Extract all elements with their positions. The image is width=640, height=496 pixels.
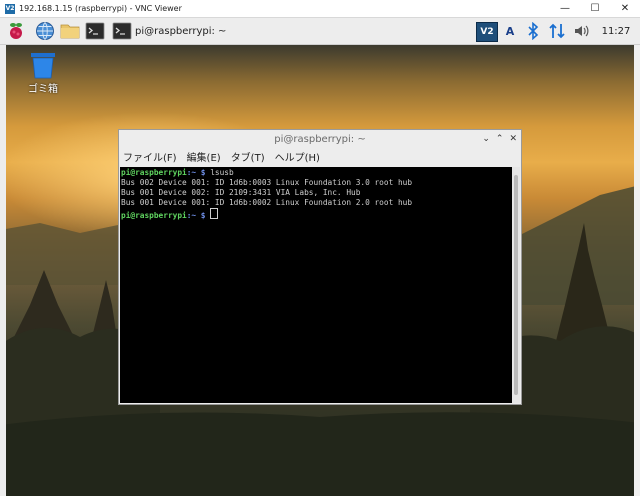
terminal-cursor	[210, 208, 219, 219]
left-viewer-border	[0, 45, 6, 496]
web-browser-icon[interactable]	[35, 21, 55, 41]
file-manager-icon[interactable]	[60, 21, 80, 41]
volume-icon[interactable]	[573, 22, 591, 40]
terminal-minimize-icon[interactable]: ⌄	[482, 134, 490, 144]
terminal-scrollbar-thumb[interactable]	[514, 175, 518, 395]
system-tray: V2 A 11:27	[470, 18, 640, 44]
terminal-titlebar[interactable]: pi@raspberrypi: ~ ⌄ ⌃ ✕	[119, 130, 521, 148]
maximize-button[interactable]: ☐	[580, 0, 610, 17]
terminal-line: pi@raspberrypi:~ $ lsusb	[121, 168, 513, 178]
taskbar-terminal-button[interactable]: pi@raspberrypi: ~	[112, 21, 236, 41]
raspberry-menu-icon[interactable]	[6, 21, 26, 41]
terminal-menubar: ファイル(F) 編集(E) タブ(T) ヘルプ(H)	[119, 148, 521, 165]
menu-help[interactable]: ヘルプ(H)	[275, 149, 320, 164]
trash-label[interactable]: ゴミ箱	[18, 80, 68, 95]
input-method-icon[interactable]: A	[502, 22, 518, 40]
terminal-scrollbar[interactable]	[512, 167, 520, 403]
terminal-output-line: Bus 001 Device 001: ID 1d6b:0002 Linux F…	[121, 198, 413, 207]
clock[interactable]: 11:27	[598, 22, 634, 40]
terminal-title: pi@raspberrypi: ~	[274, 133, 366, 145]
terminal-window[interactable]: pi@raspberrypi: ~ ⌄ ⌃ ✕ ファイル(F) 編集(E) タブ…	[118, 129, 522, 405]
menu-file[interactable]: ファイル(F)	[123, 149, 177, 164]
vnc-server-icon[interactable]: V2	[476, 22, 498, 42]
terminal-icon	[112, 22, 132, 40]
prompt-path: ~ $	[191, 168, 206, 177]
right-viewer-border	[634, 45, 640, 496]
terminal-icon[interactable]	[85, 21, 105, 41]
minimize-button[interactable]: —	[550, 0, 580, 17]
vnc-logo-icon: V2	[5, 3, 15, 14]
trash-icon[interactable]	[30, 51, 56, 79]
close-button[interactable]: ✕	[610, 0, 640, 17]
terminal-line: pi@raspberrypi:~ $	[121, 208, 513, 221]
terminal-screen[interactable]: pi@raspberrypi:~ $ lsusb Bus 002 Device …	[120, 167, 513, 403]
window-title: 192.168.1.15 (raspberrypi) - VNC Viewer	[19, 4, 182, 13]
command-text: lsusb	[205, 168, 234, 177]
terminal-maximize-icon[interactable]: ⌃	[496, 134, 504, 144]
vnc-titlebar[interactable]: V2 192.168.1.15 (raspberrypi) - VNC View…	[0, 0, 640, 18]
network-arrows-icon[interactable]	[548, 22, 566, 40]
menu-edit[interactable]: 編集(E)	[187, 149, 221, 164]
taskbar-terminal-label: pi@raspberrypi: ~	[135, 25, 227, 37]
terminal-close-icon[interactable]: ✕	[509, 134, 517, 144]
prompt-user: pi@raspberrypi	[121, 168, 187, 177]
prompt-path: ~ $	[191, 211, 206, 220]
terminal-output-line: Bus 002 Device 001: ID 1d6b:0003 Linux F…	[121, 178, 413, 187]
rpi-panel: pi@raspberrypi: ~ V2 A 11:27	[0, 18, 640, 45]
bluetooth-icon[interactable]	[526, 22, 540, 40]
terminal-output-line: Bus 001 Device 002: ID 2109:3431 VIA Lab…	[121, 188, 361, 197]
menu-tabs[interactable]: タブ(T)	[231, 149, 265, 164]
prompt-user: pi@raspberrypi	[121, 211, 187, 220]
